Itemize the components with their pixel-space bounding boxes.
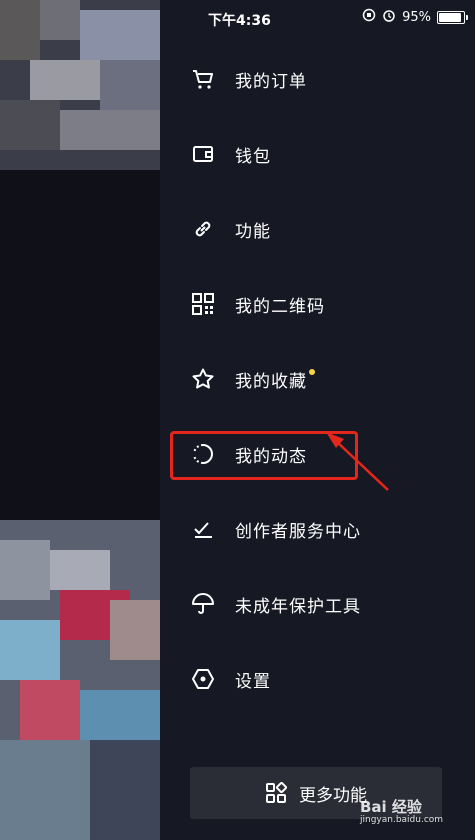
menu-item-label: 我的二维码 [235, 296, 325, 317]
menu-item-settings[interactable]: 设置 [190, 664, 271, 694]
qr-code-icon [190, 291, 216, 317]
more-functions-label: 更多功能 [299, 785, 367, 806]
menu-item-functions[interactable]: 功能 [190, 214, 271, 244]
cart-icon [190, 66, 216, 92]
menu-item-orders[interactable]: 我的订单 [190, 64, 307, 94]
notification-dot [309, 369, 315, 375]
side-drawer [160, 0, 475, 840]
creator-icon [190, 516, 216, 542]
grid-icon [265, 781, 288, 804]
menu-item-label: 我的收藏 [235, 371, 307, 392]
menu-item-label: 功能 [235, 221, 271, 242]
menu-item-wallet[interactable]: 钱包 [190, 139, 271, 169]
menu-item-creator-center[interactable]: 创作者服务中心 [190, 514, 361, 544]
watermark: Bai 经验 jingyan.baidu.com [360, 796, 443, 825]
watermark-brand: Bai 经验 [360, 798, 422, 816]
blurred-background [0, 0, 160, 840]
menu-item-label: 我的订单 [235, 71, 307, 92]
menu-item-minor-protection[interactable]: 未成年保护工具 [190, 589, 361, 619]
menu-item-label: 未成年保护工具 [235, 596, 361, 617]
menu-item-label: 创作者服务中心 [235, 521, 361, 542]
battery-percent: 95% [402, 9, 431, 25]
alarm-icon [382, 8, 396, 26]
settings-icon [190, 666, 216, 692]
menu-item-label: 钱包 [235, 146, 271, 167]
menu-item-favorites[interactable]: 我的收藏 [190, 364, 315, 394]
star-icon [190, 366, 216, 392]
menu-item-label: 设置 [235, 671, 271, 692]
status-bar: 下午4:36 95% [160, 0, 475, 36]
status-time: 下午4:36 [208, 13, 271, 29]
highlight-box [170, 431, 358, 480]
wallet-icon [190, 141, 216, 167]
umbrella-icon [190, 591, 216, 617]
link-icon [190, 216, 216, 242]
menu-item-qr-code[interactable]: 我的二维码 [190, 289, 325, 319]
watermark-url: jingyan.baidu.com [360, 815, 444, 825]
rotation-lock-icon [362, 8, 376, 26]
battery-icon [437, 10, 468, 24]
